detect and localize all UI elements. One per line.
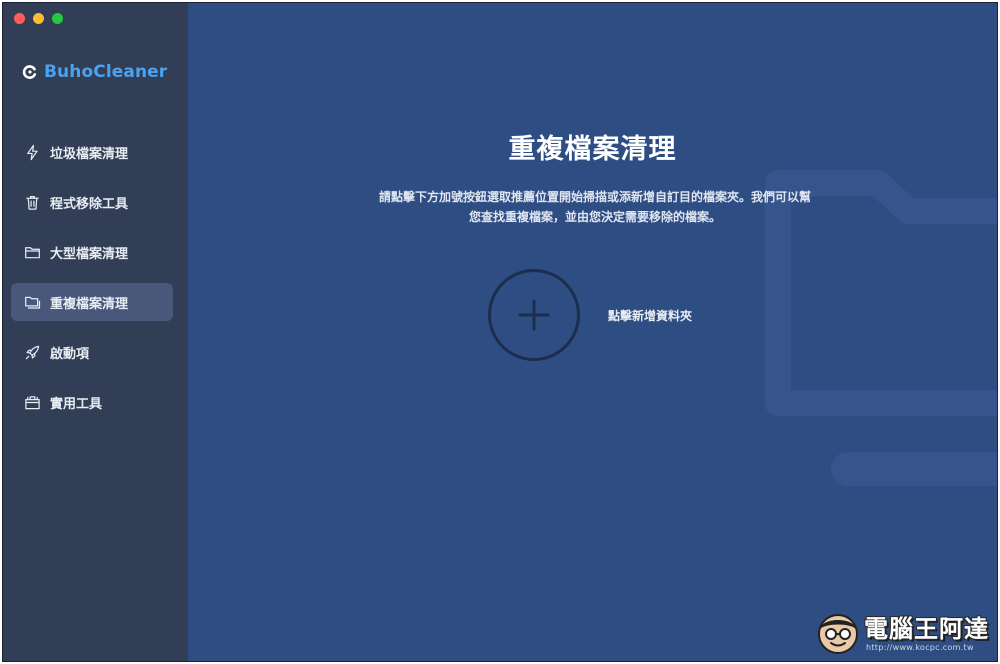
plus-icon <box>518 299 550 331</box>
sidebar: BuhoCleaner 垃圾檔案清理 程式移除工具 大型檔案清理 重複檔案清理 … <box>3 3 188 661</box>
add-folder-area: 點擊新增資料夾 <box>488 269 692 361</box>
folder-icon <box>23 243 41 261</box>
page-description: 請點擊下方加號按鈕選取推薦位置開始掃描或添新增自訂目的檔案夾。我們可以幫您查找重… <box>378 190 811 224</box>
sidebar-nav: 垃圾檔案清理 程式移除工具 大型檔案清理 重複檔案清理 啟動項 實用工具 <box>11 133 173 433</box>
duplicate-folder-icon <box>23 293 41 311</box>
brand: BuhoCleaner <box>22 62 167 82</box>
toolbox-icon <box>23 393 41 411</box>
zoom-window-button[interactable] <box>52 13 63 24</box>
sidebar-item-startup[interactable]: 啟動項 <box>11 333 173 371</box>
page-title: 重複檔案清理 <box>508 134 677 165</box>
sidebar-item-label: 垃圾檔案清理 <box>50 146 129 162</box>
sidebar-item-label: 大型檔案清理 <box>50 246 129 262</box>
sidebar-item-app-uninstaller[interactable]: 程式移除工具 <box>11 183 173 221</box>
sidebar-item-junk-cleaner[interactable]: 垃圾檔案清理 <box>11 133 173 171</box>
app-name: BuhoCleaner <box>44 62 168 82</box>
close-window-button[interactable] <box>14 13 25 24</box>
buho-logo-icon <box>22 65 37 79</box>
sidebar-item-large-files[interactable]: 大型檔案清理 <box>11 233 173 271</box>
watermark-text: 電腦王阿達 http://www.kocpc.com.tw <box>864 615 989 652</box>
add-folder-label: 點擊新增資料夾 <box>608 308 693 323</box>
sidebar-item-duplicate-files[interactable]: 重複檔案清理 <box>11 283 173 321</box>
window-controls <box>14 13 63 24</box>
rocket-icon <box>23 343 41 361</box>
mascot-face-icon <box>818 614 858 654</box>
app-window: BuhoCleaner 垃圾檔案清理 程式移除工具 大型檔案清理 重複檔案清理 … <box>2 2 998 662</box>
watermark: 電腦王阿達 http://www.kocpc.com.tw <box>816 611 989 655</box>
watermark-url: http://www.kocpc.com.tw <box>866 642 974 652</box>
add-folder-button[interactable] <box>488 269 580 361</box>
sidebar-item-label: 程式移除工具 <box>50 196 129 212</box>
sidebar-item-label: 實用工具 <box>50 396 103 412</box>
sidebar-item-label: 重複檔案清理 <box>50 296 129 312</box>
main-content: 重複檔案清理 請點擊下方加號按鈕選取推薦位置開始掃描或添新增自訂目的檔案夾。我們… <box>188 3 997 661</box>
watermark-title: 電腦王阿達 <box>864 614 989 643</box>
sidebar-item-label: 啟動項 <box>50 346 90 362</box>
minimize-window-button[interactable] <box>33 13 44 24</box>
sidebar-item-toolkit[interactable]: 實用工具 <box>11 383 173 421</box>
lightning-icon <box>23 143 41 161</box>
trash-icon <box>23 193 41 211</box>
